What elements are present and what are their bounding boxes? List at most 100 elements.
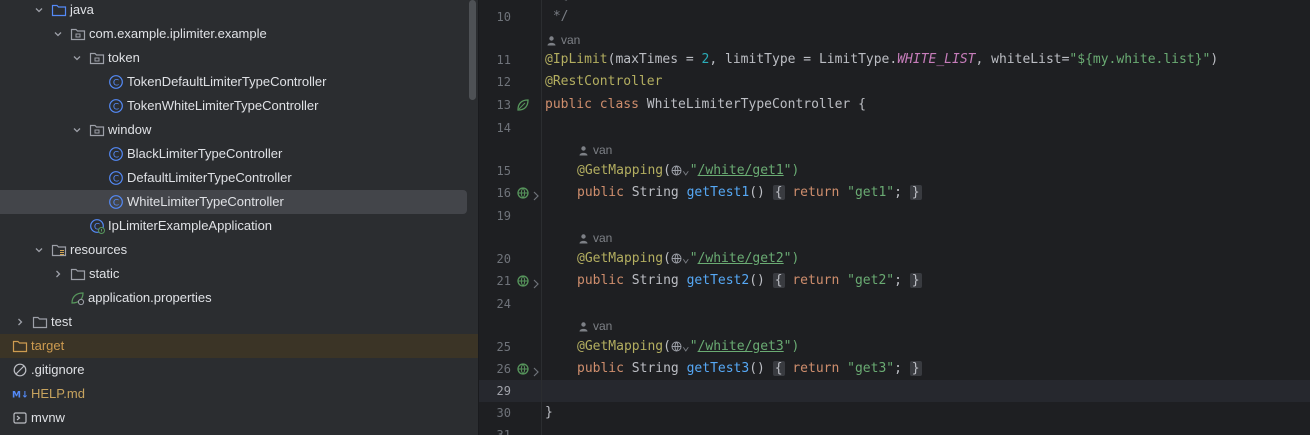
class-icon: C <box>108 74 124 90</box>
url-link[interactable]: /white/get3 <box>698 339 784 354</box>
folder-excluded-icon <box>12 338 28 354</box>
code-line: @GetMapping(⌄"/white/get2") <box>577 251 800 266</box>
chevron-down-icon[interactable] <box>69 50 85 66</box>
package-icon <box>89 50 105 66</box>
line-number: 26 <box>496 362 511 376</box>
fold-marker[interactable]: { <box>772 361 785 376</box>
fold-marker[interactable]: { <box>772 273 785 288</box>
tree-item-class[interactable]: C BlackLimiterTypeController <box>0 142 478 166</box>
person-icon <box>579 145 588 155</box>
spring-bean-icon[interactable] <box>516 98 530 112</box>
fold-marker[interactable]: } <box>909 361 922 376</box>
folder-source-icon <box>51 2 67 18</box>
url-link[interactable]: /white/get2 <box>698 251 784 266</box>
fold-marker[interactable]: } <box>909 273 922 288</box>
web-endpoint-icon[interactable] <box>516 186 530 200</box>
code-line: public class WhiteLimiterTypeController … <box>545 97 866 112</box>
code-line: @GetMapping(⌄"/white/get1") <box>577 163 800 178</box>
chevron-down-icon[interactable] <box>50 26 66 42</box>
chevron-down-icon[interactable] <box>31 2 47 18</box>
gutter-separator <box>541 0 542 435</box>
tree-item-target[interactable]: target <box>0 334 478 358</box>
line-number: 11 <box>496 53 511 67</box>
tree-item-application-class[interactable]: C IpLimiterExampleApplication <box>0 214 478 238</box>
author-hint[interactable]: van <box>546 31 580 49</box>
tree-item-class[interactable]: C DefaultLimiterTypeController <box>0 166 478 190</box>
person-icon <box>547 35 556 45</box>
code-line: public String getTest1() { return "get1"… <box>577 185 922 200</box>
chevron-right-icon[interactable] <box>532 276 540 289</box>
code-line: } <box>545 405 553 420</box>
tree-item-mvnw[interactable]: mvnw <box>0 406 478 430</box>
code-editor[interactable]: 10 11 12 13 14 15 16 19 20 21 24 25 26 2… <box>479 0 1310 435</box>
line-number: 15 <box>496 164 511 178</box>
class-icon: C <box>108 98 124 114</box>
chevron-right-icon[interactable] <box>532 188 540 201</box>
folder-resources-icon <box>51 242 67 258</box>
url-link[interactable]: /white/get1 <box>698 163 784 178</box>
chevron-down-icon[interactable] <box>69 122 85 138</box>
tree-item-label: .gitignore <box>31 362 85 377</box>
tree-item-label: mvnw <box>31 410 65 425</box>
author-hint[interactable]: van <box>578 317 612 335</box>
code-line: @RestController <box>545 74 663 89</box>
markdown-icon: M↓ <box>12 386 28 402</box>
tree-item-class[interactable]: C TokenDefaultLimiterTypeController <box>0 70 478 94</box>
tree-item-label: java <box>70 2 94 17</box>
chevron-right-icon[interactable] <box>12 314 28 330</box>
tree-item-test[interactable]: test <box>0 310 478 334</box>
person-icon <box>579 233 588 243</box>
tree-item-java[interactable]: java <box>0 0 478 22</box>
class-icon: C <box>108 146 124 162</box>
tree-item-properties[interactable]: application.properties <box>0 286 478 310</box>
class-icon: C <box>108 170 124 186</box>
folder-icon <box>70 266 86 282</box>
tree-item-class-selected[interactable]: C WhiteLimiterTypeController <box>0 190 467 214</box>
code-line: */ <box>545 9 569 24</box>
tree-item-label: window <box>108 122 152 137</box>
tree-item-static[interactable]: static <box>0 262 478 286</box>
tree-item-label: HELP.md <box>31 386 85 401</box>
author-hint[interactable]: van <box>578 229 612 247</box>
tree-item-class[interactable]: C TokenWhiteLimiterTypeController <box>0 94 478 118</box>
svg-text:C: C <box>113 150 119 160</box>
tree-item-label: application.properties <box>88 290 212 305</box>
svg-text:C: C <box>113 174 119 184</box>
fold-marker[interactable]: { <box>772 185 785 200</box>
line-number: 14 <box>496 121 511 135</box>
folder-icon <box>32 314 48 330</box>
tree-item-gitignore[interactable]: .gitignore <box>0 358 478 382</box>
line-number: 31 <box>496 428 511 435</box>
package-icon <box>70 26 86 42</box>
chevron-right-icon[interactable] <box>532 364 540 377</box>
svg-text:C: C <box>113 102 119 112</box>
spring-boot-class-icon: C <box>89 218 105 234</box>
class-icon: C <box>108 194 124 210</box>
tree-scrollbar[interactable] <box>469 0 476 100</box>
author-hint[interactable]: van <box>578 141 612 159</box>
tree-item-token[interactable]: token <box>0 46 478 70</box>
line-number: 30 <box>496 406 511 420</box>
tree-item-resources[interactable]: resources <box>0 238 478 262</box>
line-number: 10 <box>496 10 511 24</box>
package-icon <box>89 122 105 138</box>
web-endpoint-icon[interactable] <box>516 362 530 376</box>
chevron-down-icon[interactable] <box>31 242 47 258</box>
line-number: 20 <box>496 252 511 266</box>
tree-item-label: BlackLimiterTypeController <box>127 146 283 161</box>
globe-icon <box>671 253 682 264</box>
fold-marker[interactable]: } <box>909 185 922 200</box>
tree-item-label: target <box>31 338 65 353</box>
tree-item-package-example[interactable]: com.example.iplimiter.example <box>0 22 478 46</box>
project-tree[interactable]: java com.example.iplimiter.example token… <box>0 0 478 435</box>
chevron-right-icon[interactable] <box>50 266 66 282</box>
tree-item-window[interactable]: window <box>0 118 478 142</box>
tree-item-label: TokenWhiteLimiterTypeController <box>127 98 319 113</box>
tree-item-help-md[interactable]: M↓ HELP.md <box>0 382 478 406</box>
tree-item-label: TokenDefaultLimiterTypeController <box>127 74 327 89</box>
line-number: 19 <box>496 209 511 223</box>
web-endpoint-icon[interactable] <box>516 274 530 288</box>
code-line: public String getTest2() { return "get2"… <box>577 273 922 288</box>
line-number: 25 <box>496 340 511 354</box>
globe-icon <box>671 165 682 176</box>
